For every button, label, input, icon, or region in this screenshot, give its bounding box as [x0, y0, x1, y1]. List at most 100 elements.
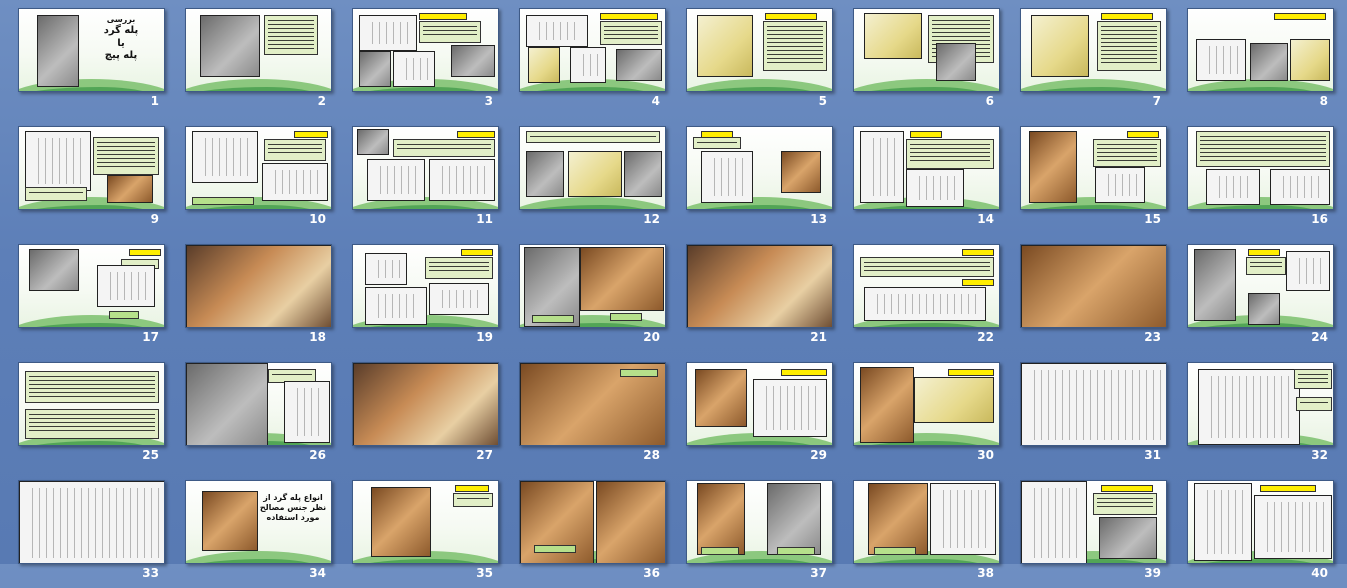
slide-preview[interactable] — [686, 244, 833, 328]
slide-preview[interactable]: بررسی پله گرد یا پله پیچ — [18, 8, 165, 92]
slide-thumbnail[interactable]: 35 — [352, 480, 499, 588]
slide-preview[interactable] — [1020, 244, 1167, 328]
slide-number: 6 — [985, 94, 994, 108]
slide-preview[interactable] — [1020, 8, 1167, 92]
slide-image — [568, 151, 622, 197]
slide-thumbnail[interactable]: 11 — [352, 126, 499, 234]
slide-preview[interactable] — [185, 126, 332, 210]
slide-preview[interactable] — [853, 480, 1000, 564]
slide-drawing — [753, 379, 827, 437]
slide-thumbnail[interactable]: 13 — [686, 126, 833, 234]
slide-preview[interactable]: انواع پله گرد از نظر جنس مصالح مورد استفاد… — [185, 480, 332, 564]
slide-thumbnail[interactable]: 36 — [519, 480, 666, 588]
slide-image — [695, 369, 747, 427]
slide-preview[interactable] — [686, 480, 833, 564]
slide-preview[interactable] — [519, 362, 666, 446]
slide-preview[interactable] — [519, 480, 666, 564]
slide-thumbnail[interactable]: 39 — [1020, 480, 1167, 588]
slide-thumbnail[interactable]: 22 — [853, 244, 1000, 352]
slide-heading-label — [874, 547, 916, 555]
slide-preview[interactable] — [18, 362, 165, 446]
slide-thumbnail[interactable]: 30 — [853, 362, 1000, 470]
slide-thumbnail[interactable]: 27 — [352, 362, 499, 470]
slide-thumbnail[interactable]: 14 — [853, 126, 1000, 234]
slide-image — [1248, 293, 1280, 325]
slide-thumbnail[interactable]: 17 — [18, 244, 165, 352]
slide-thumbnail[interactable]: 2 — [185, 8, 332, 116]
slide-preview[interactable] — [686, 126, 833, 210]
slide-preview[interactable] — [352, 244, 499, 328]
slide-drawing — [365, 287, 427, 325]
slide-thumbnail[interactable]: بررسی پله گرد یا پله پیچ 1 — [18, 8, 165, 116]
slide-preview[interactable] — [1020, 480, 1167, 564]
slide-title-line: انواع پله گرد از — [263, 493, 323, 502]
slide-preview[interactable] — [853, 362, 1000, 446]
slide-preview[interactable] — [1187, 244, 1334, 328]
slide-thumbnail[interactable]: 31 — [1020, 362, 1167, 470]
slide-preview[interactable] — [1187, 126, 1334, 210]
slide-thumbnail[interactable]: 3 — [352, 8, 499, 116]
slide-drawing — [1095, 167, 1145, 203]
slide-preview[interactable] — [1187, 362, 1334, 446]
slide-preview[interactable] — [185, 8, 332, 92]
slide-number: 1 — [150, 94, 159, 108]
slide-thumbnail[interactable]: 5 — [686, 8, 833, 116]
slide-heading-label — [781, 369, 827, 376]
slide-thumbnail[interactable]: 29 — [686, 362, 833, 470]
slide-preview[interactable] — [18, 480, 165, 564]
slide-preview[interactable] — [1187, 8, 1334, 92]
slide-preview[interactable] — [352, 362, 499, 446]
slide-preview[interactable] — [352, 126, 499, 210]
slide-preview[interactable] — [853, 126, 1000, 210]
slide-thumbnail[interactable]: 9 — [18, 126, 165, 234]
slide-image — [767, 483, 821, 555]
slide-image — [914, 377, 994, 423]
slide-thumbnail[interactable]: 25 — [18, 362, 165, 470]
slide-preview[interactable] — [686, 362, 833, 446]
slide-preview[interactable] — [519, 8, 666, 92]
slide-drawing — [393, 51, 435, 87]
slide-preview[interactable] — [519, 126, 666, 210]
slide-thumbnail[interactable]: 16 — [1187, 126, 1334, 234]
slide-preview[interactable] — [853, 244, 1000, 328]
slide-preview[interactable] — [519, 244, 666, 328]
slide-text-box — [860, 257, 994, 277]
slide-preview[interactable] — [352, 480, 499, 564]
slide-thumbnail[interactable]: 40 — [1187, 480, 1334, 588]
slide-drawing — [429, 283, 489, 315]
slide-thumbnail[interactable]: 8 — [1187, 8, 1334, 116]
slide-thumbnail[interactable]: 38 — [853, 480, 1000, 588]
slide-preview[interactable] — [1187, 480, 1334, 564]
slide-thumbnail[interactable]: 37 — [686, 480, 833, 588]
slide-thumbnail[interactable]: 18 — [185, 244, 332, 352]
slide-text-box — [906, 139, 994, 169]
slide-preview[interactable] — [18, 244, 165, 328]
slide-thumbnail[interactable]: 20 — [519, 244, 666, 352]
slide-text-box — [1296, 397, 1332, 411]
slide-thumbnail[interactable]: 21 — [686, 244, 833, 352]
slide-thumbnail[interactable]: 19 — [352, 244, 499, 352]
slide-preview[interactable] — [853, 8, 1000, 92]
slide-thumbnail[interactable]: 4 — [519, 8, 666, 116]
slide-thumbnail[interactable]: 10 — [185, 126, 332, 234]
slide-preview[interactable] — [1020, 362, 1167, 446]
slide-thumbnail[interactable]: 24 — [1187, 244, 1334, 352]
slide-preview[interactable] — [185, 362, 332, 446]
slide-thumbnail[interactable]: 33 — [18, 480, 165, 588]
slide-preview[interactable] — [686, 8, 833, 92]
slide-thumbnail[interactable]: 23 — [1020, 244, 1167, 352]
slide-thumbnail[interactable]: 15 — [1020, 126, 1167, 234]
slide-thumbnail[interactable]: 26 — [185, 362, 332, 470]
slide-text-box — [393, 139, 495, 157]
slide-text-box — [526, 131, 660, 143]
slide-thumbnail[interactable]: انواع پله گرد از نظر جنس مصالح مورد استفاد… — [185, 480, 332, 588]
slide-thumbnail[interactable]: 12 — [519, 126, 666, 234]
slide-thumbnail[interactable]: 28 — [519, 362, 666, 470]
slide-preview[interactable] — [185, 244, 332, 328]
slide-thumbnail[interactable]: 6 — [853, 8, 1000, 116]
slide-preview[interactable] — [352, 8, 499, 92]
slide-thumbnail[interactable]: 32 — [1187, 362, 1334, 470]
slide-thumbnail[interactable]: 7 — [1020, 8, 1167, 116]
slide-preview[interactable] — [1020, 126, 1167, 210]
slide-preview[interactable] — [18, 126, 165, 210]
